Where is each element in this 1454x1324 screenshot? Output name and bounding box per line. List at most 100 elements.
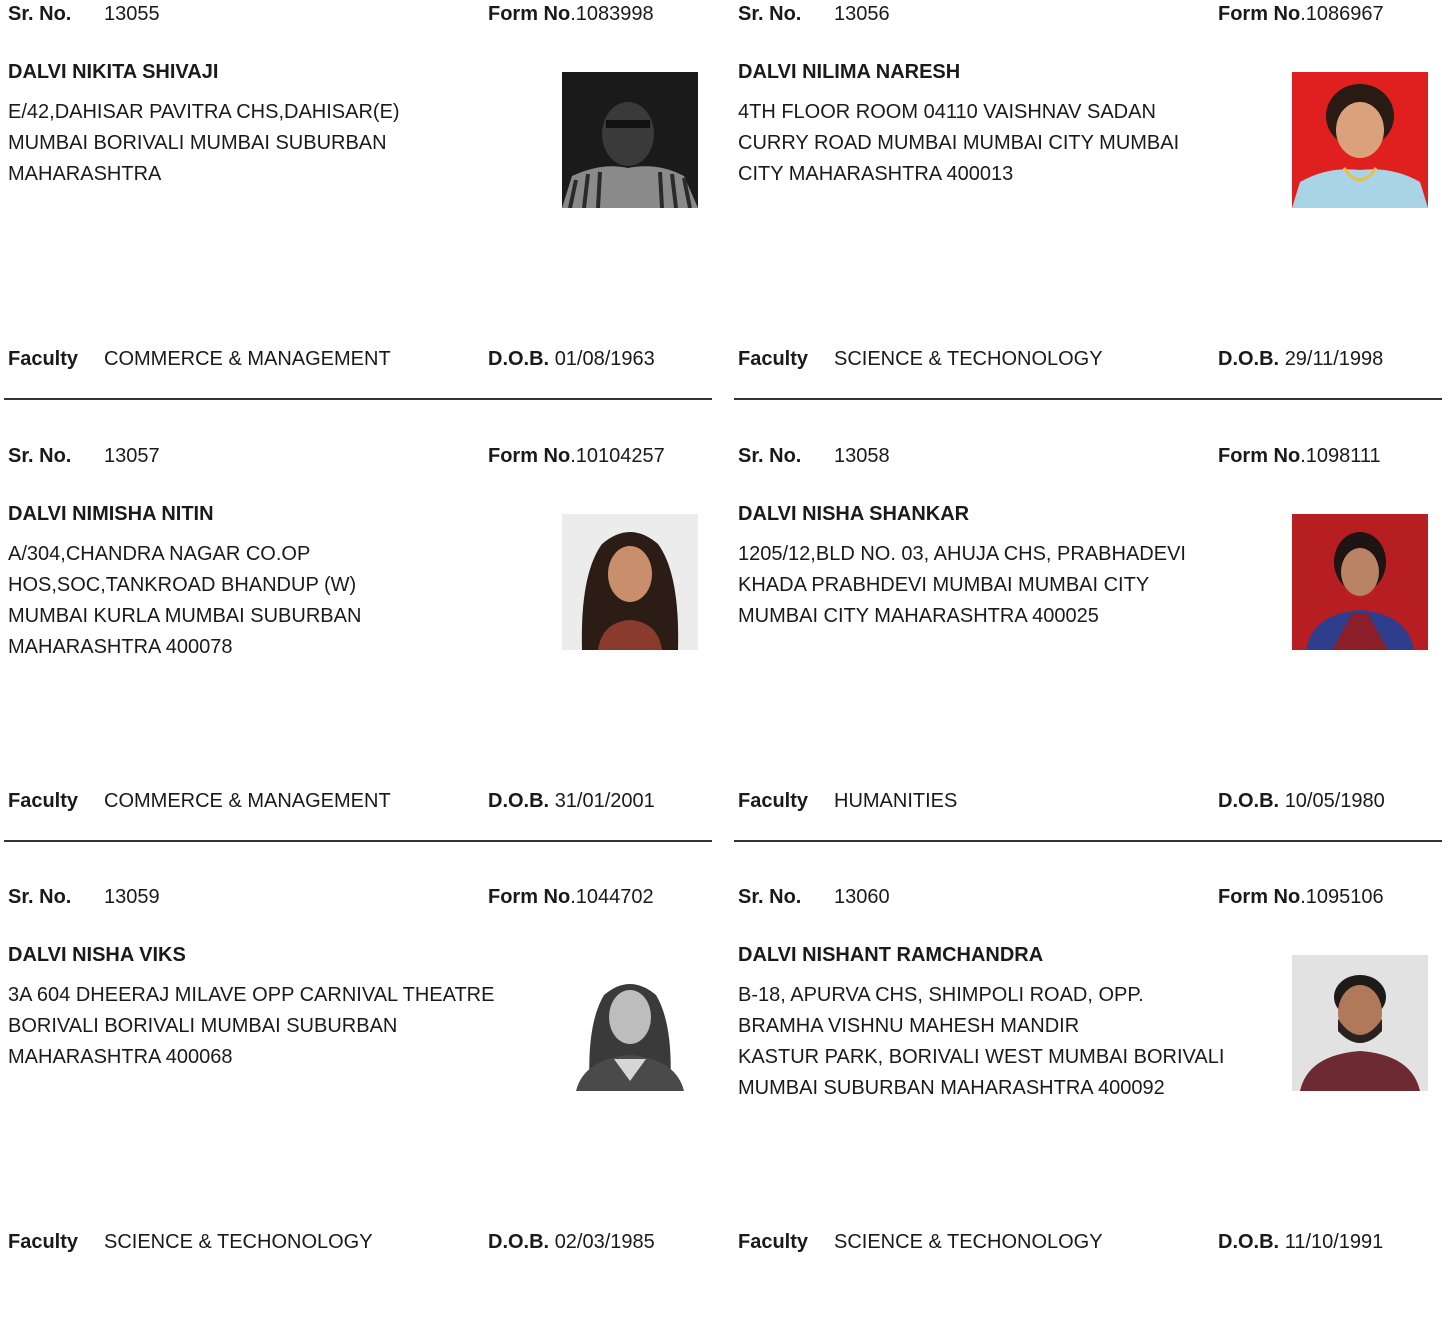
applicant-address: 4TH FLOOR ROOM 04110 VAISHNAV SADAN CURR… — [738, 101, 1180, 185]
record-card: Sr. No. 13060 Form No.1095106 DALVI NISH… — [730, 883, 1442, 1324]
faculty-label: Faculty — [8, 348, 79, 370]
faculty-value: COMMERCE & MANAGEMENT — [104, 790, 391, 812]
applicant-photo — [562, 72, 698, 208]
record-card: Sr. No. 13057 Form No.10104257 DALVI NIM… — [0, 442, 712, 883]
record-footer: Faculty SCIENCE & TECHONOLOGY D.O.B. 11/… — [738, 1231, 1442, 1257]
record-card: Sr. No. 13059 Form No.1044702 DALVI NISH… — [0, 883, 712, 1324]
applicant-address: E/42,DAHISAR PAVITRA CHS,DAHISAR(E) MUMB… — [8, 101, 400, 185]
applicant-name: DALVI NILIMA NARESH — [738, 61, 961, 83]
form-no-label: Form No — [488, 445, 571, 467]
dob-value: 10/05/1980 — [1284, 790, 1385, 812]
sr-no-label: Sr. No. — [8, 445, 72, 467]
sr-no-value: 13055 — [104, 3, 160, 25]
applicant-address: A/304,CHANDRA NAGAR CO.OP HOS,SOC,TANKRO… — [8, 543, 362, 658]
faculty-label: Faculty — [738, 790, 809, 812]
applicant-name: DALVI NIKITA SHIVAJI — [8, 61, 219, 83]
form-no: Form No.1098111 — [1218, 445, 1381, 468]
record-footer: Faculty SCIENCE & TECHONOLOGY D.O.B. 29/… — [738, 348, 1442, 374]
sr-no-label: Sr. No. — [738, 886, 802, 908]
record-header: Sr. No. 13058 Form No.1098111 — [738, 445, 1442, 471]
dob: D.O.B. 31/01/2001 — [488, 790, 655, 813]
form-no: Form No.1083998 — [488, 3, 654, 26]
faculty-value: HUMANITIES — [834, 790, 958, 812]
applicant-name: DALVI NISHANT RAMCHANDRA — [738, 944, 1044, 966]
applicant-photo — [562, 955, 698, 1091]
sr-no-value: 13058 — [834, 445, 890, 467]
applicant-address: B-18, APURVA CHS, SHIMPOLI ROAD, OPP. BR… — [738, 984, 1225, 1099]
form-no: Form No.10104257 — [488, 445, 665, 468]
divider — [734, 840, 1442, 842]
applicant-photo — [1292, 514, 1428, 650]
applicant-name: DALVI NIMISHA NITIN — [8, 503, 214, 525]
faculty-label: Faculty — [8, 790, 79, 812]
dob-label: D.O.B. — [1218, 348, 1280, 370]
faculty-value: SCIENCE & TECHONOLOGY — [834, 1231, 1103, 1253]
divider — [734, 398, 1442, 400]
form-no: Form No.1044702 — [488, 886, 654, 909]
divider — [4, 398, 712, 400]
faculty-label: Faculty — [738, 1231, 809, 1253]
record-footer: Faculty SCIENCE & TECHONOLOGY D.O.B. 02/… — [8, 1231, 712, 1257]
applicant-name: DALVI NISHA SHANKAR — [738, 503, 970, 525]
record-card: Sr. No. 13056 Form No.1086967 DALVI NILI… — [730, 0, 1442, 441]
applicant-photo — [1292, 955, 1428, 1091]
record-card: Sr. No. 13055 Form No.1083998 DALVI NIKI… — [0, 0, 712, 441]
sr-no-label: Sr. No. — [738, 445, 802, 467]
form-no-label: Form No — [488, 3, 571, 25]
dob-label: D.O.B. — [1218, 1231, 1280, 1253]
applicant-photo — [562, 514, 698, 650]
dob-value: 29/11/1998 — [1284, 348, 1384, 370]
dob-value: 11/10/1991 — [1284, 1231, 1384, 1253]
form-no-value: .1095106 — [1300, 886, 1384, 908]
record-header: Sr. No. 13057 Form No.10104257 — [8, 445, 712, 471]
form-no-label: Form No — [1218, 886, 1301, 908]
form-no: Form No.1095106 — [1218, 886, 1384, 909]
sr-no-value: 13056 — [834, 3, 890, 25]
applicant-photo — [1292, 72, 1428, 208]
divider — [4, 840, 712, 842]
dob-label: D.O.B. — [488, 790, 550, 812]
applicant-address: 1205/12,BLD NO. 03, AHUJA CHS, PRABHADEV… — [738, 543, 1186, 627]
sr-no-label: Sr. No. — [738, 3, 802, 25]
form-no: Form No.1086967 — [1218, 3, 1384, 26]
form-no-label: Form No — [1218, 445, 1301, 467]
applicant-address: 3A 604 DHEERAJ MILAVE OPP CARNIVAL THEAT… — [8, 984, 495, 1068]
form-no-value: .1083998 — [570, 3, 654, 25]
form-no-value: .1098111 — [1300, 445, 1381, 467]
record-footer: Faculty HUMANITIES D.O.B. 10/05/1980 — [738, 790, 1442, 816]
record-header: Sr. No. 13060 Form No.1095106 — [738, 886, 1442, 912]
record-card: Sr. No. 13058 Form No.1098111 DALVI NISH… — [730, 442, 1442, 883]
record-header: Sr. No. 13059 Form No.1044702 — [8, 886, 712, 912]
faculty-value: SCIENCE & TECHONOLOGY — [104, 1231, 373, 1253]
faculty-value: COMMERCE & MANAGEMENT — [104, 348, 391, 370]
faculty-label: Faculty — [738, 348, 809, 370]
record-footer: Faculty COMMERCE & MANAGEMENT D.O.B. 01/… — [8, 348, 712, 374]
dob: D.O.B. 10/05/1980 — [1218, 790, 1385, 813]
dob-label: D.O.B. — [488, 348, 550, 370]
form-no-value: .1086967 — [1300, 3, 1384, 25]
dob: D.O.B. 02/03/1985 — [488, 1231, 655, 1254]
dob: D.O.B. 29/11/1998 — [1218, 348, 1383, 371]
dob-label: D.O.B. — [1218, 790, 1280, 812]
dob: D.O.B. 01/08/1963 — [488, 348, 655, 371]
dob-value: 01/08/1963 — [554, 348, 655, 370]
record-header: Sr. No. 13055 Form No.1083998 — [8, 3, 712, 29]
dob-label: D.O.B. — [488, 1231, 550, 1253]
form-no-value: .1044702 — [570, 886, 654, 908]
record-header: Sr. No. 13056 Form No.1086967 — [738, 3, 1442, 29]
form-no-label: Form No — [1218, 3, 1301, 25]
sr-no-label: Sr. No. — [8, 3, 72, 25]
sr-no-value: 13059 — [104, 886, 160, 908]
sr-no-value: 13060 — [834, 886, 890, 908]
dob-value: 31/01/2001 — [554, 790, 655, 812]
faculty-label: Faculty — [8, 1231, 79, 1253]
dob-value: 02/03/1985 — [554, 1231, 655, 1253]
record-footer: Faculty COMMERCE & MANAGEMENT D.O.B. 31/… — [8, 790, 712, 816]
faculty-value: SCIENCE & TECHONOLOGY — [834, 348, 1103, 370]
sr-no-label: Sr. No. — [8, 886, 72, 908]
applicant-name: DALVI NISHA VIKS — [8, 944, 186, 966]
sr-no-value: 13057 — [104, 445, 160, 467]
form-no-value: .10104257 — [570, 445, 665, 467]
dob: D.O.B. 11/10/1991 — [1218, 1231, 1383, 1254]
form-no-label: Form No — [488, 886, 571, 908]
